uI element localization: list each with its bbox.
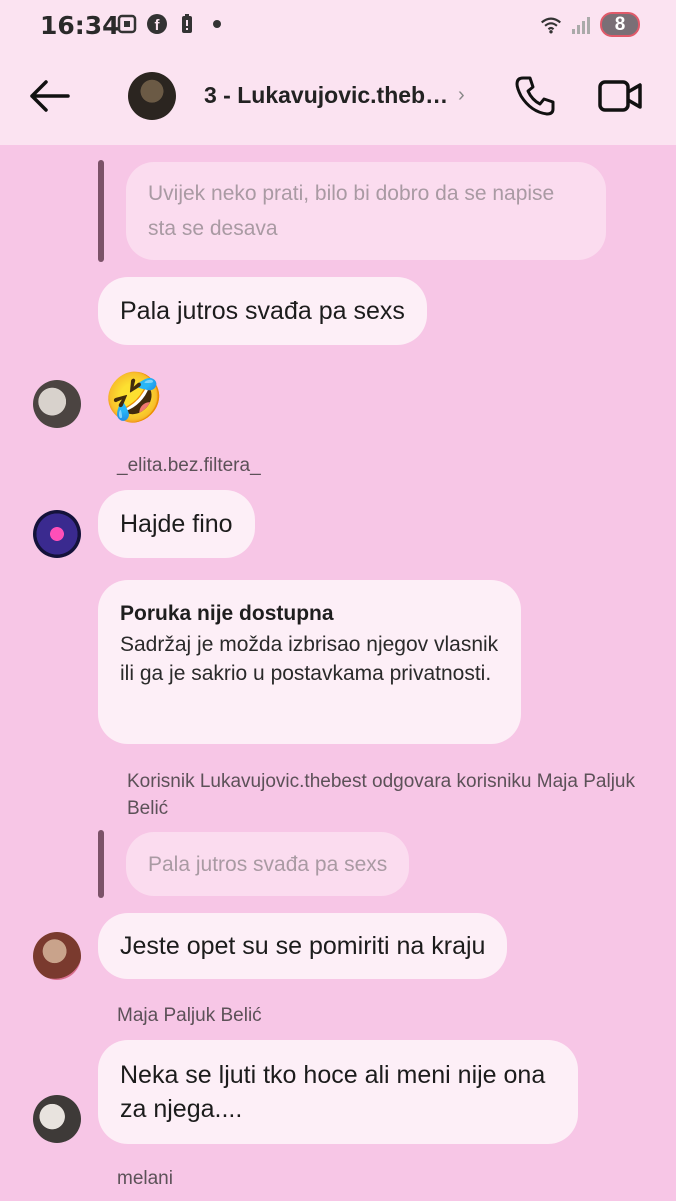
status-icons-left: f [116, 13, 228, 35]
avatar[interactable] [33, 932, 81, 980]
dot-icon [206, 13, 228, 35]
message-bubble[interactable]: Jeste opet su se pomiriti na kraju [98, 913, 508, 979]
sender-name: _elita.bez.filtera_ [117, 455, 261, 476]
group-avatar[interactable] [128, 72, 176, 120]
battery-saver-icon [176, 13, 198, 35]
chat-header: 3 - Lukavujovic.theb… › [0, 50, 676, 145]
reply-context-note: Korisnik Lukavujovic.thebest odgovara ko… [127, 771, 635, 819]
notice-title: Poruka nije dostupna [120, 602, 334, 625]
signal-icon [570, 14, 592, 36]
video-call-icon[interactable] [597, 76, 643, 116]
unavailable-message-notice[interactable]: Poruka nije dostupna Sadržaj je možda iz… [98, 580, 521, 744]
avatar[interactable] [33, 1095, 81, 1143]
chat-title[interactable]: 3 - Lukavujovic.theb… [204, 82, 448, 109]
message-bubble[interactable]: Hajde fino [98, 490, 255, 558]
message-bubble[interactable]: Neka se ljuti tko hoce ali meni nije ona… [98, 1040, 578, 1144]
sender-name: Maja Paljuk Belić [117, 1005, 262, 1026]
status-icons-right: 8 [540, 12, 640, 37]
reply-indicator-bar [98, 160, 104, 262]
sender-name: melani [117, 1168, 173, 1189]
reply-indicator-bar [98, 830, 104, 898]
avatar[interactable] [33, 380, 81, 428]
back-arrow-icon[interactable] [26, 76, 72, 116]
battery-indicator: 8 [600, 12, 640, 37]
avatar[interactable] [33, 510, 81, 558]
facebook-icon: f [146, 13, 168, 35]
phone-call-icon[interactable] [513, 74, 557, 118]
status-bar: 16:34 f 8 [0, 0, 676, 50]
status-time: 16:34 [40, 11, 120, 40]
quoted-message[interactable]: Uvijek neko prati, bilo bi dobro da se n… [126, 162, 606, 260]
wifi-icon [540, 14, 562, 36]
quoted-message[interactable]: Pala jutros svađa pa sexs [126, 832, 410, 896]
message-bubble[interactable]: Pala jutros svađa pa sexs [98, 277, 427, 345]
notice-body: Sadržaj je možda izbrisao njegov vlasnik… [120, 633, 499, 685]
chevron-right-icon[interactable]: › [458, 84, 465, 107]
screenshot-icon [116, 13, 138, 35]
emoji-message[interactable]: 🤣 [104, 375, 164, 423]
